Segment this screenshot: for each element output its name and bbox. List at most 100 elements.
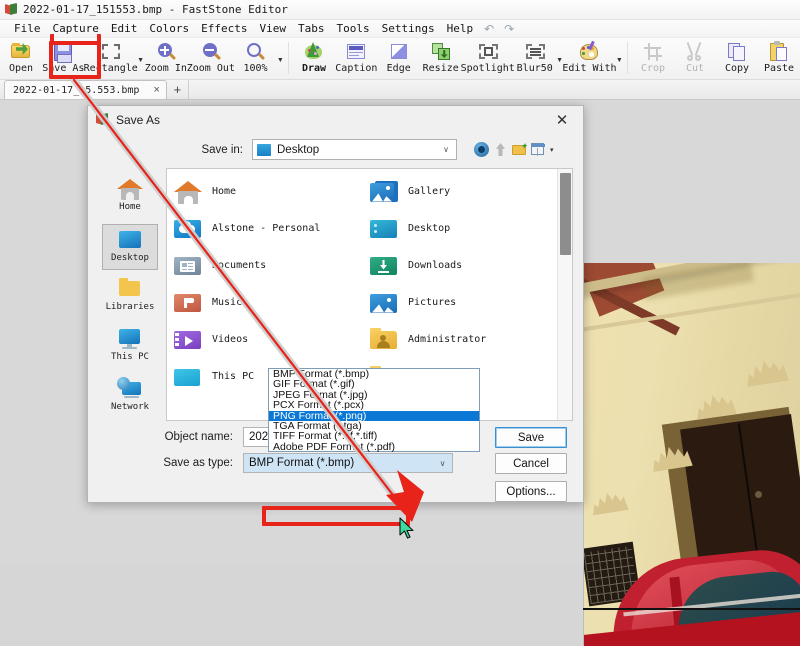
tab-image-document[interactable]: 2022-01-17_15.553.bmp × (4, 80, 167, 99)
window-title: 2022-01-17_151553.bmp - FastStone Editor (23, 3, 288, 16)
faststone-editor-window: 2022-01-17_151553.bmp - FastStone Editor… (0, 0, 800, 646)
menu-item-effects[interactable]: Effects (195, 21, 253, 36)
menu-item-help[interactable]: Help (441, 21, 480, 36)
menu-item-tabs[interactable]: Tabs (292, 21, 331, 36)
toolbar-button-edit-with[interactable]: Edit With (562, 40, 617, 78)
list-item[interactable]: Desktop (369, 210, 565, 247)
menu-item-edit[interactable]: Edit (105, 21, 144, 36)
main-toolbar: Open Save As Rectangle ▼ Zoom In Zoom Ou… (0, 38, 800, 80)
place-label-this-pc: This PC (111, 352, 149, 362)
dialog-view-toolbar: ✦ ▾ (474, 142, 554, 157)
file-list-scrollbar[interactable] (557, 169, 572, 420)
save-as-type-label: Save as type: (163, 457, 233, 469)
toolbar-label-open: Open (8, 63, 34, 74)
menu-bar: File Capture Edit Colors Effects View Ta… (0, 20, 800, 38)
list-item[interactable]: Documents (173, 247, 369, 284)
toolbar-label-crop: Crop (640, 63, 666, 74)
list-item[interactable]: Alstone - Personal (173, 210, 369, 247)
place-label-network: Network (111, 402, 149, 412)
toolbar-button-rectangle[interactable]: Rectangle (84, 40, 138, 78)
toolbar-button-draw[interactable]: Draw (293, 40, 335, 78)
dropdown-item-pcx[interactable]: PCX Format (*.pcx) (269, 400, 479, 411)
place-item-network[interactable]: Network (102, 374, 158, 420)
toolbar-label-draw: Draw (301, 63, 327, 74)
home-icon (173, 179, 203, 205)
toolbar-label-copy: Copy (724, 63, 750, 74)
toolbar-label-caption: Caption (335, 63, 378, 74)
toolbar-button-open[interactable]: Open (0, 40, 42, 78)
save-in-row: Save in: Desktop ∨ ✦ ▾ (88, 133, 583, 166)
toolbar-button-save-as[interactable]: Save As (42, 40, 85, 78)
list-item[interactable]: Administrator (369, 321, 565, 358)
toolbar-button-copy[interactable]: Copy (716, 40, 758, 78)
list-item[interactable]: Home (173, 173, 369, 210)
copy-icon (726, 41, 748, 62)
toolbar-button-blur[interactable]: Blur50 (514, 40, 556, 78)
options-button[interactable]: Options... (495, 481, 567, 502)
toolbar-label-save-as: Save As (42, 63, 85, 74)
toolbar-button-zoom-in[interactable]: Zoom In (144, 40, 187, 78)
menu-item-settings[interactable]: Settings (376, 21, 441, 36)
place-label-desktop: Desktop (111, 253, 149, 263)
place-item-this-pc[interactable]: This PC (102, 324, 158, 370)
toolbar-button-paste[interactable]: Paste (758, 40, 800, 78)
toolbar-button-zoom-out[interactable]: Zoom Out (187, 40, 235, 78)
list-item[interactable]: Videos (173, 321, 369, 358)
save-as-type-combobox[interactable]: BMP Format (*.bmp) ∨ (243, 453, 453, 473)
save-in-combobox[interactable]: Desktop ∨ (252, 139, 457, 160)
place-item-home[interactable]: Home (102, 174, 158, 220)
edit-with-dropdown-caret[interactable]: ▼ (615, 40, 623, 78)
toolbar-button-caption[interactable]: Caption (335, 40, 378, 78)
chevron-down-icon[interactable]: ∨ (435, 459, 450, 468)
documents-folder-icon (173, 253, 203, 279)
zoom-in-icon (155, 41, 177, 62)
place-item-libraries[interactable]: Libraries (102, 274, 158, 320)
menu-item-file[interactable]: File (8, 21, 47, 36)
app-icon (5, 3, 18, 16)
list-item[interactable]: Gallery (369, 173, 565, 210)
rectangle-dropdown-caret[interactable]: ▼ (137, 40, 145, 78)
toolbar-button-spotlight[interactable]: Spotlight (460, 40, 515, 78)
view-menu-icon[interactable] (531, 142, 546, 157)
dialog-close-button[interactable]: ✕ (541, 106, 583, 133)
toolbar-label-spotlight: Spotlight (460, 63, 515, 74)
onedrive-folder-icon (173, 216, 203, 242)
recent-places-icon[interactable] (474, 142, 489, 157)
create-new-folder-icon[interactable]: ✦ (512, 142, 528, 157)
toolbar-button-edge[interactable]: Edge (378, 40, 420, 78)
spotlight-icon (477, 41, 499, 62)
up-one-level-icon[interactable] (493, 142, 508, 157)
view-menu-caret-icon[interactable]: ▾ (550, 146, 554, 154)
scrollbar-thumb[interactable] (560, 173, 571, 255)
building-facade-photo (583, 263, 800, 646)
save-as-type-dropdown-list[interactable]: BMP Format (*.bmp) GIF Format (*.gif) JP… (268, 368, 480, 452)
save-as-type-value: BMP Format (*.bmp) (249, 457, 355, 469)
menu-item-tools[interactable]: Tools (330, 21, 375, 36)
toolbar-button-zoom-100[interactable]: 100% (234, 40, 276, 78)
redo-icon[interactable]: ↷ (499, 22, 519, 36)
crop-icon (642, 41, 664, 62)
tab-close-icon[interactable]: × (153, 84, 159, 96)
list-item[interactable]: Pictures (369, 284, 565, 321)
list-item[interactable]: Music (173, 284, 369, 321)
toolbar-divider-1 (288, 42, 290, 74)
undo-icon[interactable]: ↶ (479, 22, 499, 36)
list-item[interactable]: Downloads (369, 247, 565, 284)
dropdown-item-pdf[interactable]: Adobe PDF Format (*.pdf) (269, 441, 479, 452)
edit-with-palette-icon (578, 40, 600, 62)
blur-icon (524, 41, 546, 62)
menu-item-capture[interactable]: Capture (47, 21, 105, 36)
place-item-desktop[interactable]: Desktop (102, 224, 158, 270)
cancel-button[interactable]: Cancel (495, 453, 567, 474)
toolbar-button-resize[interactable]: Resize (420, 40, 462, 78)
save-button[interactable]: Save (495, 427, 567, 448)
tab-label: 2022-01-17_15.553.bmp (13, 84, 140, 96)
chevron-down-icon[interactable]: ∨ (438, 145, 454, 154)
place-label-libraries: Libraries (105, 302, 155, 312)
menu-item-colors[interactable]: Colors (143, 21, 195, 36)
zoom-dropdown-caret[interactable]: ▼ (276, 40, 284, 78)
libraries-icon (117, 277, 143, 301)
new-tab-button[interactable]: + (167, 80, 189, 99)
menu-item-view[interactable]: View (253, 21, 292, 36)
file-list-column-1: Home Alstone - Personal Documents Music … (173, 173, 369, 395)
